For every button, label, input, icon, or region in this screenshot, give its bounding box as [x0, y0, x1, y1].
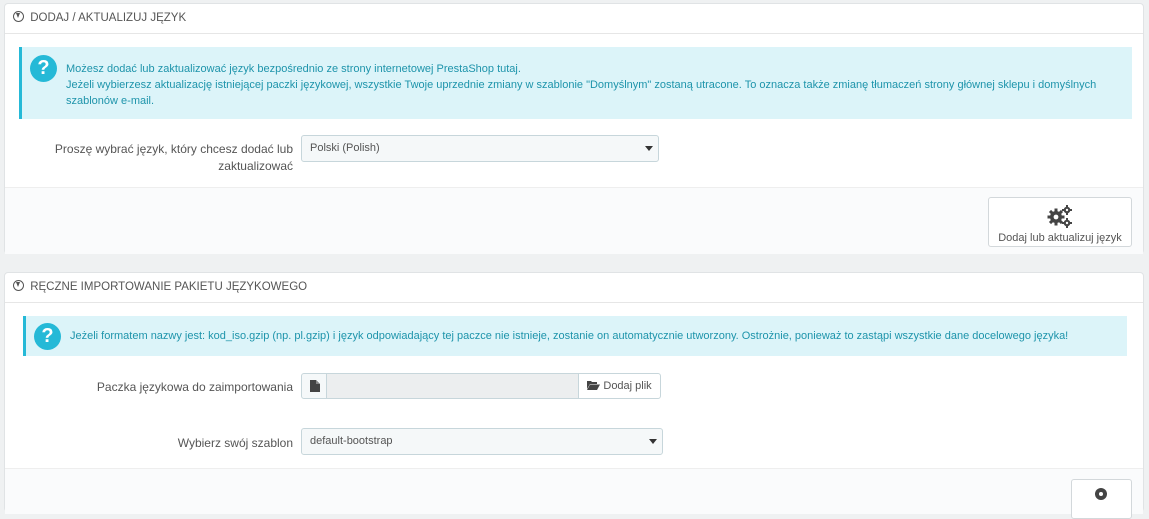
file-icon — [310, 380, 320, 392]
caret-down-icon — [645, 146, 653, 151]
gears-icon — [1094, 488, 1107, 500]
panel-footer — [5, 468, 1143, 519]
file-upload-group: Dodaj plik — [301, 373, 661, 399]
caret-down-icon — [649, 439, 657, 444]
button-label: Dodaj lub aktualizuj język — [998, 232, 1122, 244]
panel-footer: Dodaj lub aktualizuj język — [5, 187, 1143, 254]
language-select[interactable]: Polski (Polish) — [301, 135, 659, 162]
language-select-value: Polski (Polish) — [310, 142, 380, 154]
theme-select[interactable]: default-bootstrap — [301, 428, 663, 455]
alert-text: Jeżeli formatem nazwy jest: kod_iso.gzip… — [70, 330, 1069, 342]
add-file-button[interactable]: Dodaj plik — [578, 373, 661, 399]
download-circle-icon — [13, 280, 24, 291]
import-button[interactable] — [1071, 479, 1132, 519]
manual-import-panel: RĘCZNE IMPORTOWANIE PAKIETU JĘZYKOWEGO ?… — [4, 272, 1144, 519]
language-label: Proszę wybrać język, który chcesz dodać … — [54, 142, 293, 173]
panel-title: DODAJ / AKTUALIZUJ JĘZYK — [30, 12, 187, 24]
panel-heading: DODAJ / AKTUALIZUJ JĘZYK — [5, 4, 1143, 34]
gears-icon — [1047, 205, 1072, 228]
panel-heading: RĘCZNE IMPORTOWANIE PAKIETU JĘZYKOWEGO — [5, 273, 1143, 303]
file-addon — [301, 373, 327, 399]
theme-label: Wybierz swój szablon — [177, 436, 293, 450]
question-icon: ? — [34, 323, 61, 350]
add-file-label: Dodaj plik — [603, 380, 652, 392]
folder-open-icon — [587, 381, 601, 390]
download-circle-icon — [13, 11, 24, 22]
panel-title: RĘCZNE IMPORTOWANIE PAKIETU JĘZYKOWEGO — [30, 281, 308, 293]
add-update-language-button[interactable]: Dodaj lub aktualizuj język — [988, 197, 1132, 247]
alert-line: Możesz dodać lub zaktualizować język bez… — [66, 63, 521, 75]
add-update-language-panel: DODAJ / AKTUALIZUJ JĘZYK ? Możesz dodać … — [4, 3, 1144, 254]
file-path-input[interactable] — [327, 373, 578, 399]
info-alert: ? Możesz dodać lub zaktualizować język b… — [19, 47, 1132, 119]
alert-line: Jeżeli wybierzesz aktualizację istniejąc… — [66, 79, 1097, 107]
theme-select-value: default-bootstrap — [310, 435, 393, 447]
info-alert: ? Jeżeli formatem nazwy jest: kod_iso.gz… — [23, 316, 1127, 356]
file-label: Paczka językowa do zaimportowania — [96, 380, 293, 394]
question-icon: ? — [30, 55, 57, 82]
